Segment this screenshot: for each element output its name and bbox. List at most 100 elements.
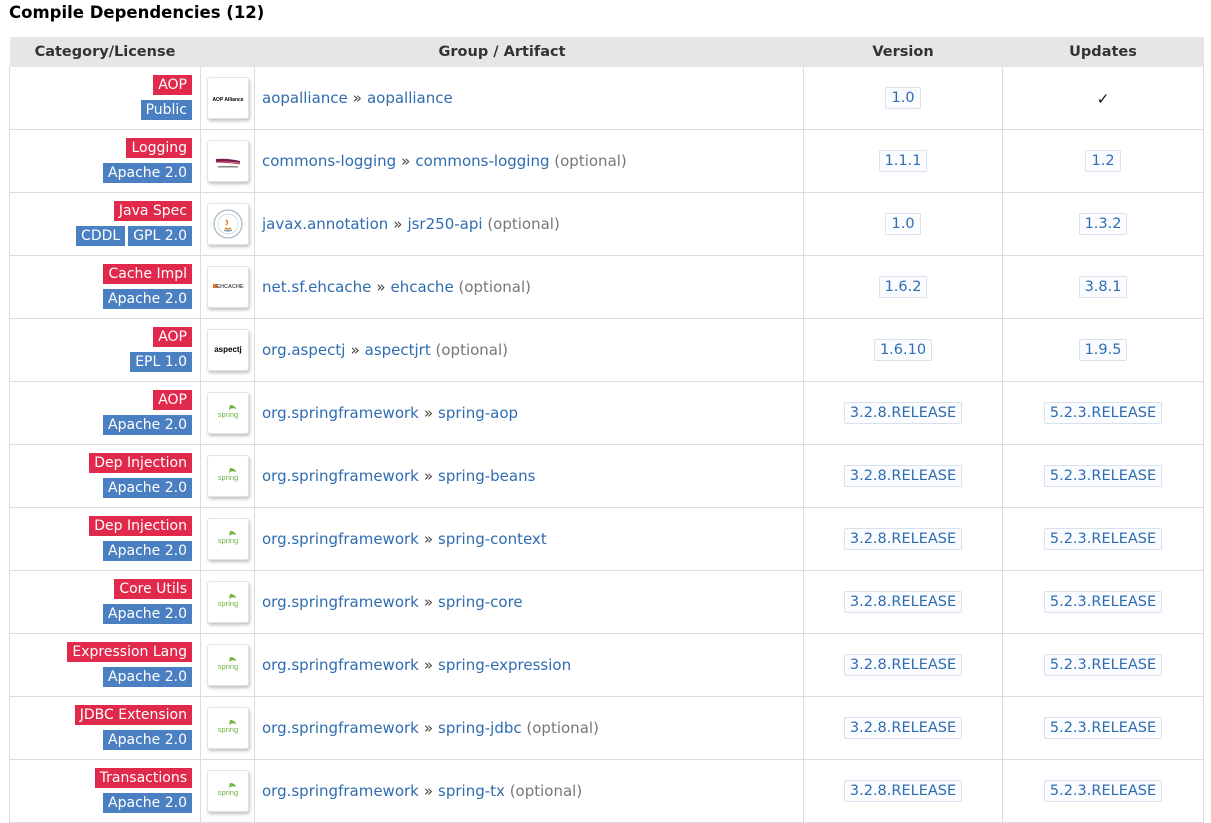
license-badge[interactable]: Apache 2.0 [103,793,192,813]
artifact-link[interactable]: spring-context [438,530,547,548]
version-link[interactable]: 3.2.8.RELEASE [843,717,963,739]
category-badge[interactable]: Logging [126,138,192,158]
category-badge[interactable]: Cache Impl [103,264,192,284]
group-link[interactable]: org.springframework [262,467,419,485]
category-badge[interactable]: Core Utils [114,579,192,599]
group-link[interactable]: org.springframework [262,404,419,422]
table-row: AOP EPL 1.0 aspectj org.aspectj » aspectjrt (… [9,318,1205,382]
logo-cell: aspectj [200,318,255,382]
license-badge[interactable]: Apache 2.0 [103,478,192,498]
artifact-link[interactable]: aspectjrt [365,341,431,359]
aspectj-logo[interactable]: aspectj [206,329,249,371]
group-artifact-cell: net.sf.ehcache » ehcache (optional) [253,255,804,319]
spring-logo[interactable]: spring [206,392,249,434]
version-link[interactable]: 1.6.10 [873,339,933,361]
license-badge[interactable]: Apache 2.0 [103,667,192,687]
spring-logo[interactable]: spring [206,707,249,749]
artifact-link[interactable]: spring-aop [438,404,518,422]
ehcache-logo[interactable]: EHCACHE [206,266,249,308]
category-badge[interactable]: JDBC Extension [74,705,192,725]
category-badge[interactable]: AOP [153,327,192,347]
license-badge[interactable]: Apache 2.0 [103,541,192,561]
spring-logo[interactable]: spring [206,455,249,497]
artifact-link[interactable]: spring-expression [438,656,571,674]
update-version-link[interactable]: 1.9.5 [1078,339,1128,361]
license-badge[interactable]: Apache 2.0 [103,604,192,624]
optional-label: (optional) [458,278,531,296]
version-link[interactable]: 3.2.8.RELEASE [843,528,963,550]
artifact-link[interactable]: spring-beans [438,467,535,485]
apache-commons-logo[interactable] [206,140,249,182]
category-badges: Cache Impl [10,262,192,287]
update-version-link[interactable]: 1.2 [1085,150,1121,172]
group-link[interactable]: org.springframework [262,656,419,674]
category-badge[interactable]: Java Spec [113,201,192,221]
group-link[interactable]: commons-logging [262,152,396,170]
group-link[interactable]: aopalliance [262,89,348,107]
version-link[interactable]: 1.0 [885,87,921,109]
license-badge[interactable]: Public [140,100,192,120]
update-version-link[interactable]: 1.3.2 [1078,213,1128,235]
table-row: Java Spec CDDL GPL 2.0 javax.annotation » jsr… [9,192,1205,256]
table-row: AOP Apache 2.0 spring org.springframework» s… [9,381,1205,445]
spring-logo[interactable]: spring [206,518,249,560]
version-link[interactable]: 3.2.8.RELEASE [843,654,963,676]
update-version-link[interactable]: 5.2.3.RELEASE [1043,402,1163,424]
header-updates: Updates [1002,37,1204,67]
category-badge[interactable]: AOP [153,75,192,95]
update-version-link[interactable]: 5.2.3.RELEASE [1043,780,1163,802]
category-badges: AOP [10,73,192,98]
group-link[interactable]: org.springframework [262,593,419,611]
update-version-link[interactable]: 3.8.1 [1078,276,1128,298]
version-link[interactable]: 3.2.8.RELEASE [843,780,963,802]
spring-logo[interactable]: spring [206,581,249,623]
category-badge[interactable]: Expression Lang [67,642,192,662]
svg-text:spring: spring [217,788,237,797]
version-link[interactable]: 1.0 [885,213,921,235]
category-badge[interactable]: AOP [153,390,192,410]
license-badge[interactable]: CDDL [76,226,126,246]
update-version-link[interactable]: 5.2.3.RELEASE [1043,717,1163,739]
license-badge[interactable]: Apache 2.0 [103,163,192,183]
update-version-link[interactable]: 5.2.3.RELEASE [1043,654,1163,676]
spring-logo[interactable]: spring [206,770,249,812]
license-badge[interactable]: EPL 1.0 [130,352,192,372]
artifact-link[interactable]: aopalliance [367,89,453,107]
group-link[interactable]: net.sf.ehcache [262,278,371,296]
group-link[interactable]: org.springframework [262,782,419,800]
artifact-link[interactable]: commons-logging [415,152,549,170]
artifact-link[interactable]: ehcache [391,278,454,296]
table-row: Expression Lang Apache 2.0 spring org.sprin… [9,633,1205,697]
version-link[interactable]: 3.2.8.RELEASE [843,591,963,613]
artifact-link[interactable]: jsr250-api [407,215,482,233]
version-link[interactable]: 3.2.8.RELEASE [843,465,963,487]
license-badge[interactable]: Apache 2.0 [103,730,192,750]
license-badge[interactable]: Apache 2.0 [103,289,192,309]
version-link[interactable]: 1.1.1 [878,150,928,172]
spring-logo[interactable]: spring [206,644,249,686]
category-badge[interactable]: Transactions [94,768,192,788]
update-version-link[interactable]: 5.2.3.RELEASE [1043,465,1163,487]
update-version-link[interactable]: 5.2.3.RELEASE [1043,528,1163,550]
category-license-cell: Transactions Apache 2.0 [9,759,201,823]
aop-alliance-logo[interactable]: AOP Alliance [206,77,249,119]
category-badges: Dep Injection [10,514,192,539]
version-link[interactable]: 3.2.8.RELEASE [843,402,963,424]
update-version-link[interactable]: 5.2.3.RELEASE [1043,591,1163,613]
license-badge[interactable]: GPL 2.0 [128,226,192,246]
artifact-link[interactable]: spring-tx [438,782,505,800]
group-link[interactable]: javax.annotation [262,215,388,233]
svg-text:spring: spring [217,662,237,671]
java-ee-logo[interactable] [206,203,249,245]
group-link[interactable]: org.springframework [262,719,419,737]
license-badges: Apache 2.0 [10,413,192,438]
group-link[interactable]: org.aspectj [262,341,345,359]
license-badge[interactable]: Apache 2.0 [103,415,192,435]
artifact-link[interactable]: spring-core [438,593,523,611]
category-badge[interactable]: Dep Injection [89,516,192,536]
category-badge[interactable]: Dep Injection [89,453,192,473]
artifact-link[interactable]: spring-jdbc [438,719,522,737]
version-link[interactable]: 1.6.2 [878,276,928,298]
logo-cell: spring [200,759,255,823]
group-link[interactable]: org.springframework [262,530,419,548]
